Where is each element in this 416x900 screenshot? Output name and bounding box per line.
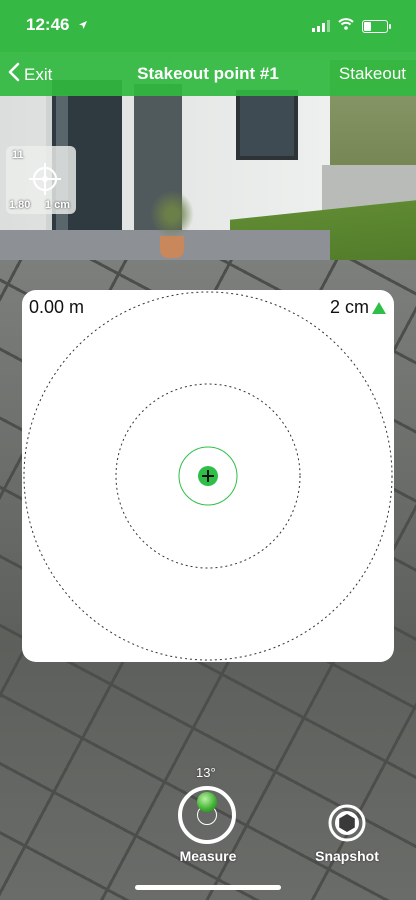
camera-plant [150, 190, 194, 238]
snapshot-button[interactable] [328, 804, 366, 842]
horizontal-accuracy: 1.80 [9, 199, 31, 211]
snapshot-label[interactable]: Snapshot [304, 848, 390, 864]
camera-shutter-icon [328, 804, 366, 846]
target-rings [23, 291, 393, 661]
measure-button[interactable] [178, 786, 236, 844]
satellite-count: 11 [12, 149, 24, 161]
measure-label[interactable]: Measure [170, 848, 246, 864]
level-bubble-icon [197, 792, 217, 812]
location-arrow-icon [78, 17, 88, 35]
wifi-icon [338, 17, 354, 35]
camera-window [236, 90, 298, 160]
navigation-bar: Exit Stakeout point #1 Stakeout [0, 52, 416, 96]
exit-button[interactable]: Exit [8, 62, 52, 87]
camera-pot [160, 236, 184, 258]
vertical-accuracy: 1 cm [44, 199, 70, 211]
exit-label: Exit [24, 64, 53, 84]
status-time: 12:46 [26, 15, 70, 34]
tilt-angle: 13° [196, 765, 216, 780]
status-indicators [312, 17, 391, 35]
distance-readout: 0.00 m [29, 297, 85, 317]
height-readout: 2 cm [330, 297, 386, 318]
stakeout-button[interactable]: Stakeout [339, 64, 406, 84]
stakeout-target-panel: 0.00 m 2 cm [22, 290, 394, 662]
battery-level [364, 21, 371, 31]
home-indicator[interactable] [135, 885, 281, 890]
height-value: 2 cm [329, 297, 369, 317]
chevron-left-icon [8, 62, 20, 87]
battery-icon [362, 19, 391, 33]
up-triangle-icon [372, 301, 386, 314]
cellular-signal-icon [312, 20, 330, 32]
accuracy-indicator[interactable]: 11 1.80 1 cm [6, 146, 76, 214]
status-bar: 12:46 [0, 0, 416, 52]
